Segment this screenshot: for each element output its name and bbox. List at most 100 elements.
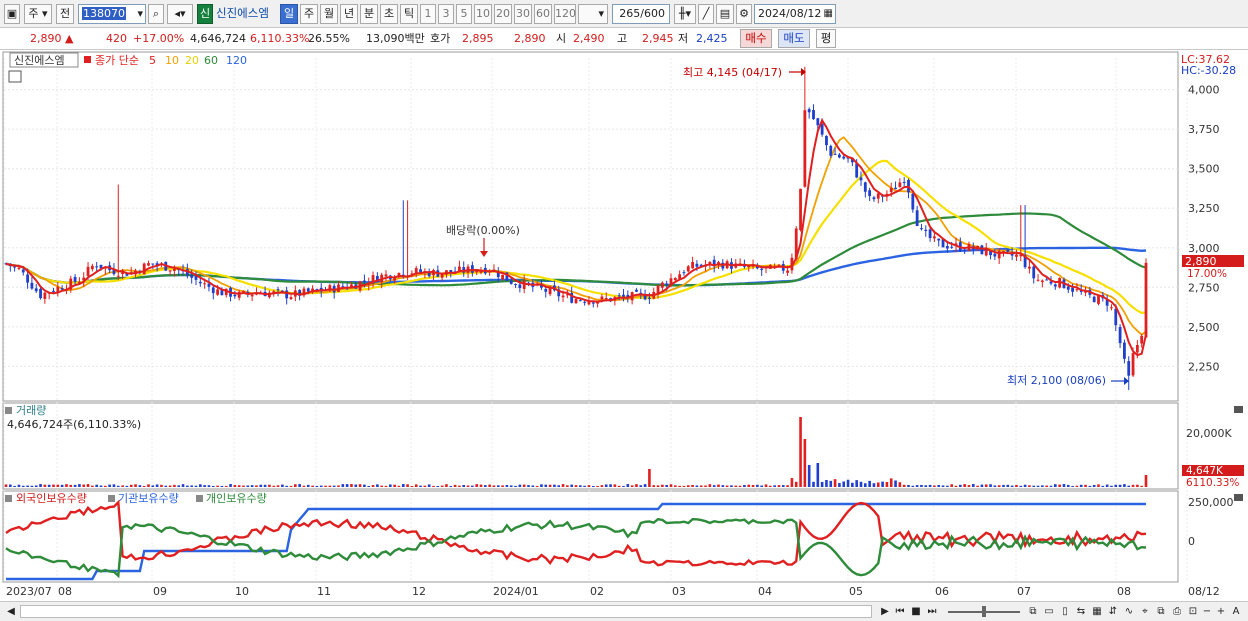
volume-bar xyxy=(885,482,889,487)
calendar-icon[interactable]: ▦ xyxy=(824,5,833,23)
grid-icon[interactable]: ▦ xyxy=(1090,604,1104,619)
bar-count-input[interactable]: 265/600 xyxy=(612,4,670,24)
candle-body xyxy=(863,182,867,192)
interval-3[interactable]: 3 xyxy=(438,4,454,24)
price-value: 2,890 xyxy=(30,32,62,45)
zoom-fit-icon[interactable]: ⊡ xyxy=(1186,604,1200,619)
volume-bar xyxy=(30,485,34,487)
volume-bar xyxy=(959,484,962,487)
volume-bar xyxy=(432,485,435,487)
period-tick[interactable]: 틱 xyxy=(400,4,418,24)
save-icon[interactable]: ▤ xyxy=(716,4,734,24)
volume-bar xyxy=(1036,485,1040,487)
sound-icon[interactable]: ◂▾ xyxy=(167,4,193,24)
volume-bar xyxy=(971,484,975,487)
chevron-down-icon[interactable]: ▾ xyxy=(137,5,143,23)
first-page-icon[interactable]: ⏮ xyxy=(893,604,907,619)
interval-5[interactable]: 5 xyxy=(456,4,472,24)
compare-icon[interactable]: ⇆ xyxy=(1074,604,1088,619)
print-icon[interactable]: ⎙ xyxy=(1170,604,1184,619)
volume-bar xyxy=(587,485,591,487)
interval-120[interactable]: 120 xyxy=(554,4,576,24)
last-page-icon[interactable]: ⏭ xyxy=(925,604,939,619)
volume-bar xyxy=(794,481,798,487)
gear-icon[interactable]: ⚙ xyxy=(736,4,752,24)
layout-2-icon[interactable]: ▭ xyxy=(1042,604,1056,619)
volume-bar xyxy=(876,482,880,487)
interval-60[interactable]: 60 xyxy=(534,4,552,24)
interval-1[interactable]: 1 xyxy=(420,4,436,24)
layout-3-icon[interactable]: ▯ xyxy=(1058,604,1072,619)
stock-chart[interactable]: 4,000 3,750 3,500 3,250 3,000 2,750 2,500 2,250… xyxy=(0,50,1248,601)
market-select[interactable]: 주 ▾ xyxy=(24,4,52,24)
high-label: 고 xyxy=(617,32,628,45)
volume-bar xyxy=(108,484,111,487)
period-second[interactable]: 초 xyxy=(380,4,398,24)
period-day[interactable]: 일 xyxy=(280,4,298,24)
candle-body xyxy=(544,288,548,292)
volume-bar xyxy=(410,485,414,487)
prev-button[interactable]: 전 xyxy=(56,4,74,24)
candle-body xyxy=(95,266,99,268)
scale-icon[interactable]: ⇵ xyxy=(1106,604,1120,619)
font-size-icon[interactable]: A xyxy=(1229,604,1243,619)
candle-body xyxy=(1123,342,1126,359)
volume-y-tick: 20,000K xyxy=(1186,427,1232,440)
interval-20[interactable]: 20 xyxy=(494,4,512,24)
calculator-icon[interactable] xyxy=(8,70,22,83)
volume-bar xyxy=(738,485,742,487)
high-price: 2,945 xyxy=(642,32,674,45)
buy-button[interactable]: 매수 xyxy=(740,29,772,48)
volume-bar xyxy=(924,485,928,487)
candle-type-icon[interactable]: ╫▾ xyxy=(674,4,696,24)
scroll-right-icon[interactable]: ▶ xyxy=(878,604,892,619)
candle-body xyxy=(289,297,293,300)
volume-bar xyxy=(609,484,612,487)
candle-body xyxy=(950,246,954,248)
volume-bar xyxy=(820,481,824,487)
interval-dropdown[interactable]: ▾ xyxy=(578,4,608,24)
copy-icon[interactable]: ⧉ xyxy=(1154,604,1168,619)
legend-marker-icon xyxy=(84,56,91,63)
volume-bar xyxy=(95,484,98,487)
period-month[interactable]: 월 xyxy=(320,4,338,24)
crosshair-icon[interactable]: ⌖ xyxy=(1138,604,1152,619)
zoom-slider-handle[interactable] xyxy=(982,606,986,617)
date-input[interactable]: 2024/08/12 ▦ xyxy=(754,4,836,24)
volume-bar xyxy=(393,484,396,487)
candle-body xyxy=(384,274,388,277)
stop-icon[interactable]: ■ xyxy=(909,604,923,619)
chart-area[interactable]: 4,000 3,750 3,500 3,250 3,000 2,750 2,500 2,250… xyxy=(0,50,1248,601)
stock-code-input[interactable]: 138070 ▾ xyxy=(78,4,146,24)
draw-tool-icon[interactable]: ╱ xyxy=(698,4,714,24)
legend-ma10: 10 xyxy=(165,54,179,67)
holding-close-icon[interactable] xyxy=(1234,494,1243,501)
ask-price: 2,895 xyxy=(462,32,494,45)
sell-button[interactable]: 매도 xyxy=(778,29,810,48)
search-icon[interactable]: ⌕ xyxy=(148,4,164,24)
horizontal-scrollbar[interactable] xyxy=(20,605,872,618)
avg-button[interactable]: 평 xyxy=(816,29,836,48)
candle-body xyxy=(682,272,686,274)
scroll-left-icon[interactable]: ◀ xyxy=(4,604,18,619)
legend-prefix: 종가 단순 xyxy=(95,54,139,67)
layout-1-icon[interactable]: ⧉ xyxy=(1026,604,1040,619)
volume-close-icon[interactable] xyxy=(1234,406,1243,413)
volume-bar xyxy=(1114,484,1118,487)
period-year[interactable]: 년 xyxy=(340,4,358,24)
volume-bar xyxy=(26,485,29,487)
x-axis-label: 08/12 xyxy=(1188,585,1220,598)
candle-body xyxy=(147,263,150,266)
interval-10[interactable]: 10 xyxy=(474,4,492,24)
candle-body xyxy=(911,193,915,210)
interval-30[interactable]: 30 xyxy=(514,4,532,24)
volume-bar xyxy=(635,484,638,487)
line-icon[interactable]: ∿ xyxy=(1122,604,1136,619)
zoom-in-icon[interactable]: + xyxy=(1214,604,1228,619)
volume-bar xyxy=(1118,484,1122,487)
period-week[interactable]: 주 xyxy=(300,4,318,24)
zoom-out-icon[interactable]: − xyxy=(1200,604,1214,619)
layout-icon[interactable]: ▣ xyxy=(4,4,20,24)
period-minute[interactable]: 분 xyxy=(360,4,378,24)
volume-bar xyxy=(769,485,772,487)
